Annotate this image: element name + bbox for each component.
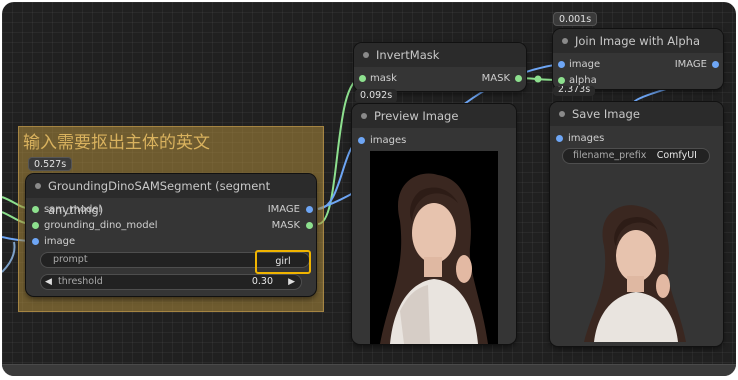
join-image-alpha-node[interactable]: Join Image with Alpha image alpha IMAGE	[553, 29, 723, 89]
grounding-dino-sam-node[interactable]: GroundingDinoSAMSegment (segment anythin…	[26, 174, 316, 296]
filename-prefix-label: filename_prefix	[573, 150, 647, 161]
preview-image-title[interactable]: Preview Image	[352, 104, 516, 128]
join-image-input-label: image	[569, 59, 601, 70]
threshold-increment-icon[interactable]: ▶	[288, 275, 295, 289]
preview-images-socket[interactable]	[358, 137, 365, 144]
preview-image-output	[370, 151, 498, 344]
node-canvas[interactable]: 输入需要抠出主体的英文 0.527s GroundingDinoSAMSegme…	[2, 2, 736, 376]
save-image-title[interactable]: Save Image	[550, 102, 723, 126]
join-image-output-socket[interactable]	[712, 61, 719, 68]
invert-mask-input-socket[interactable]	[359, 75, 366, 82]
mask-output-socket[interactable]	[306, 222, 313, 229]
filename-prefix-value: ComfyUI	[656, 150, 697, 161]
invert-mask-output-label: MASK	[481, 73, 510, 84]
mask-output-label: MASK	[271, 220, 300, 231]
invert-mask-output-socket[interactable]	[515, 75, 522, 82]
save-images-label: images	[568, 133, 605, 144]
save-images-socket[interactable]	[556, 135, 563, 142]
preview-image-node[interactable]: Preview Image images	[352, 104, 516, 344]
sam-model-label: sam_model	[44, 204, 102, 215]
invert-mask-node[interactable]: InvertMask mask MASK	[354, 43, 526, 91]
threshold-label: threshold	[58, 276, 103, 287]
canvas-bottom-bar	[2, 364, 736, 376]
save-image-node[interactable]: Save Image images filename_prefix ComfyU…	[550, 102, 723, 346]
prompt-label: prompt	[53, 254, 88, 265]
invert-mask-title[interactable]: InvertMask	[354, 43, 526, 67]
join-alpha-input-label: alpha	[569, 75, 597, 86]
join-image-input-socket[interactable]	[558, 61, 565, 68]
wire-bg	[2, 241, 16, 273]
join-timing-badge: 0.001s	[553, 12, 598, 26]
girl-cutout-icon	[584, 205, 686, 342]
filename-prefix-field[interactable]: filename_prefix ComfyUI	[562, 148, 710, 164]
grounding-node-title[interactable]: GroundingDinoSAMSegment (segment anythin…	[26, 174, 316, 217]
threshold-slider[interactable]: ◀ threshold 0.30 ▶	[40, 274, 302, 290]
invert-timing-badge: 0.092s	[355, 89, 398, 103]
prompt-value: girl	[275, 256, 291, 267]
grounding-model-socket[interactable]	[32, 222, 39, 229]
group-title: 输入需要抠出主体的英文	[23, 133, 210, 153]
grounding-timing-badge: 0.527s	[28, 157, 73, 171]
prompt-value-highlight[interactable]: girl	[255, 250, 311, 274]
image-input-label: image	[44, 236, 76, 247]
join-image-alpha-title[interactable]: Join Image with Alpha	[553, 29, 723, 53]
threshold-decrement-icon[interactable]: ◀	[45, 275, 52, 289]
invert-mask-input-label: mask	[370, 73, 397, 84]
image-output-label: IMAGE	[267, 204, 300, 215]
saved-image-output	[576, 190, 698, 342]
threshold-value: 0.30	[251, 276, 273, 287]
sam-model-socket[interactable]	[32, 206, 39, 213]
image-input-socket[interactable]	[32, 238, 39, 245]
preview-images-label: images	[370, 135, 407, 146]
grounding-model-label: grounding_dino_model	[44, 220, 158, 231]
image-output-socket[interactable]	[306, 206, 313, 213]
girl-photo-icon	[380, 173, 488, 344]
save-timing-badge: 2.373s	[553, 86, 596, 96]
join-image-output-label: IMAGE	[674, 59, 707, 70]
join-alpha-input-socket[interactable]	[558, 77, 565, 84]
